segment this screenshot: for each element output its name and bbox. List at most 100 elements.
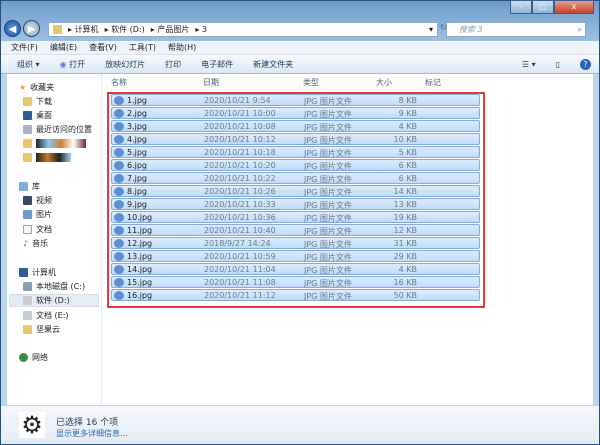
folder-icon	[23, 153, 32, 162]
menu-view[interactable]: 查看(V)	[89, 42, 117, 53]
column-size[interactable]: 大小	[376, 77, 392, 88]
sidebar-item-videos[interactable]: 视频	[23, 194, 105, 207]
breadcrumb-drive[interactable]: ▸ 软件 (D:)	[105, 24, 145, 35]
sidebar-item-blurred-2[interactable]	[23, 151, 105, 164]
sidebar-item-jianguoyun[interactable]: 坚果云	[23, 323, 105, 336]
file-type: JPG 图片文件	[304, 292, 352, 301]
file-row[interactable]: 16.jpg 2020/10/21 11:12 JPG 图片文件 50 KB	[111, 289, 480, 301]
file-row[interactable]: 5.jpg 2020/10/21 10:18 JPG 图片文件 5 KB	[111, 146, 480, 158]
file-date: 2020/10/21 10:33	[204, 200, 276, 209]
file-type: JPG 图片文件	[304, 123, 352, 132]
view-options-icon[interactable]: ☰ ▾	[522, 60, 536, 69]
column-headers: 名称 日期 类型 大小 标记	[103, 74, 593, 88]
file-row[interactable]: 9.jpg 2020/10/21 10:33 JPG 图片文件 13 KB	[111, 198, 480, 210]
menu-edit[interactable]: 编辑(E)	[50, 42, 77, 53]
open-button[interactable]: ◉ 打开	[60, 59, 86, 70]
blurred-label	[36, 139, 86, 148]
file-type: JPG 图片文件	[304, 201, 352, 210]
selection-status: 已选择 16 个项	[56, 418, 119, 428]
file-row[interactable]: 4.jpg 2020/10/21 10:12 JPG 图片文件 10 KB	[111, 133, 480, 145]
breadcrumb-current[interactable]: ▸ 3	[195, 25, 207, 34]
file-row[interactable]: 7.jpg 2020/10/21 10:22 JPG 图片文件 6 KB	[111, 172, 480, 184]
sidebar-libraries[interactable]: 库	[19, 180, 101, 193]
file-date: 2020/10/21 10:18	[204, 148, 276, 157]
file-type: JPG 图片文件	[304, 214, 352, 223]
main-area: ★ 收藏夹 下载 桌面 最近访问的位置 库 视频 图片 文档 ♪ 音乐 计算机 本地…	[7, 74, 593, 405]
file-row[interactable]: 6.jpg 2020/10/21 10:20 JPG 图片文件 6 KB	[111, 159, 480, 171]
breadcrumb-computer[interactable]: ▸ 计算机	[68, 24, 99, 35]
chevron-down-icon[interactable]: ▾	[429, 25, 437, 34]
email-button[interactable]: 电子邮件	[201, 59, 233, 70]
file-type: JPG 图片文件	[304, 240, 352, 249]
new-folder-button[interactable]: 新建文件夹	[253, 59, 293, 70]
menu-help[interactable]: 帮助(H)	[168, 42, 196, 53]
network-icon	[19, 353, 28, 362]
file-row[interactable]: 12.jpg 2018/9/27 14:24 JPG 图片文件 31 KB	[111, 237, 480, 249]
jpg-file-icon	[114, 291, 124, 300]
file-size: 50 KB	[393, 291, 417, 300]
slideshow-button[interactable]: 放映幻灯片	[105, 59, 145, 70]
back-button[interactable]: ◀	[4, 20, 21, 37]
sidebar-item-drive-c[interactable]: 本地磁盘 (C:)	[23, 280, 105, 293]
file-date: 2020/10/21 10:36	[204, 213, 276, 222]
organize-button[interactable]: 组织 ▾	[17, 59, 40, 70]
sidebar-item-recent[interactable]: 最近访问的位置	[23, 123, 105, 136]
file-size: 19 KB	[393, 213, 417, 222]
recent-places-icon	[23, 125, 32, 134]
column-date[interactable]: 日期	[203, 77, 219, 88]
file-type: JPG 图片文件	[304, 149, 352, 158]
file-name: 11.jpg	[127, 226, 153, 235]
help-icon[interactable]: ?	[580, 58, 591, 70]
preview-pane-icon[interactable]: ▯	[556, 60, 560, 69]
star-icon: ★	[19, 83, 27, 92]
sidebar-computer[interactable]: 计算机	[19, 266, 101, 279]
jpg-file-icon	[114, 213, 124, 222]
file-type: JPG 图片文件	[304, 136, 352, 145]
sidebar-item-blurred-1[interactable]	[23, 137, 105, 150]
file-row[interactable]: 2.jpg 2020/10/21 10:00 JPG 图片文件 9 KB	[111, 107, 480, 119]
file-row[interactable]: 15.jpg 2020/10/21 11:08 JPG 图片文件 16 KB	[111, 276, 480, 288]
file-row[interactable]: 11.jpg 2020/10/21 10:40 JPG 图片文件 12 KB	[111, 224, 480, 236]
sidebar-item-pictures[interactable]: 图片	[23, 208, 105, 221]
menu-file[interactable]: 文件(F)	[11, 42, 38, 53]
file-row[interactable]: 8.jpg 2020/10/21 10:26 JPG 图片文件 14 KB	[111, 185, 480, 197]
column-type[interactable]: 类型	[303, 77, 319, 88]
video-icon	[23, 196, 32, 205]
sidebar-item-drive-e[interactable]: 文档 (E:)	[23, 309, 105, 322]
file-date: 2020/10/21 10:59	[204, 252, 276, 261]
file-row[interactable]: 14.jpg 2020/10/21 11:04 JPG 图片文件 4 KB	[111, 263, 480, 275]
sidebar-item-desktop[interactable]: 桌面	[23, 109, 105, 122]
column-tags[interactable]: 标记	[425, 77, 441, 88]
file-row[interactable]: 10.jpg 2020/10/21 10:36 JPG 图片文件 19 KB	[111, 211, 480, 223]
sidebar-item-music[interactable]: ♪ 音乐	[23, 237, 105, 250]
gear-icon: ⚙	[19, 412, 45, 438]
sidebar-network[interactable]: 网络	[19, 351, 101, 364]
breadcrumb-folder[interactable]: ▸ 产品图片	[151, 24, 190, 35]
file-row[interactable]: 3.jpg 2020/10/21 10:08 JPG 图片文件 4 KB	[111, 120, 480, 132]
minimize-button[interactable]: –	[510, 0, 532, 14]
file-size: 16 KB	[393, 278, 417, 287]
file-row[interactable]: 1.jpg 2020/10/21 9:54 JPG 图片文件 8 KB	[111, 94, 480, 106]
sidebar-item-documents[interactable]: 文档	[23, 223, 105, 236]
file-row[interactable]: 13.jpg 2020/10/21 10:59 JPG 图片文件 29 KB	[111, 250, 480, 262]
sidebar-favorites[interactable]: ★ 收藏夹	[19, 81, 101, 94]
maximize-button[interactable]: □	[532, 0, 554, 14]
file-date: 2020/10/21 10:08	[204, 122, 276, 131]
print-button[interactable]: 打印	[165, 59, 181, 70]
jpg-file-icon	[114, 187, 124, 196]
address-bar[interactable]: ▸ 计算机 ▸ 软件 (D:) ▸ 产品图片 ▸ 3 ▾	[48, 22, 438, 37]
forward-button[interactable]: ▶	[23, 20, 40, 37]
search-input[interactable]: 搜索 3 ⌕	[446, 22, 586, 37]
folder-icon	[53, 25, 62, 34]
close-button[interactable]: x	[554, 0, 594, 14]
file-type: JPG 图片文件	[304, 227, 352, 236]
file-type: JPG 图片文件	[304, 253, 352, 262]
column-name[interactable]: 名称	[111, 77, 127, 88]
file-name: 8.jpg	[127, 187, 148, 196]
sidebar-item-drive-d[interactable]: 软件 (D:)	[9, 294, 99, 307]
file-name: 12.jpg	[127, 239, 153, 248]
show-more-details-link[interactable]: 显示更多详细信息...	[56, 428, 128, 439]
sidebar-item-downloads[interactable]: 下载	[23, 95, 105, 108]
menu-tools[interactable]: 工具(T)	[129, 42, 156, 53]
jpg-file-icon	[114, 148, 124, 157]
